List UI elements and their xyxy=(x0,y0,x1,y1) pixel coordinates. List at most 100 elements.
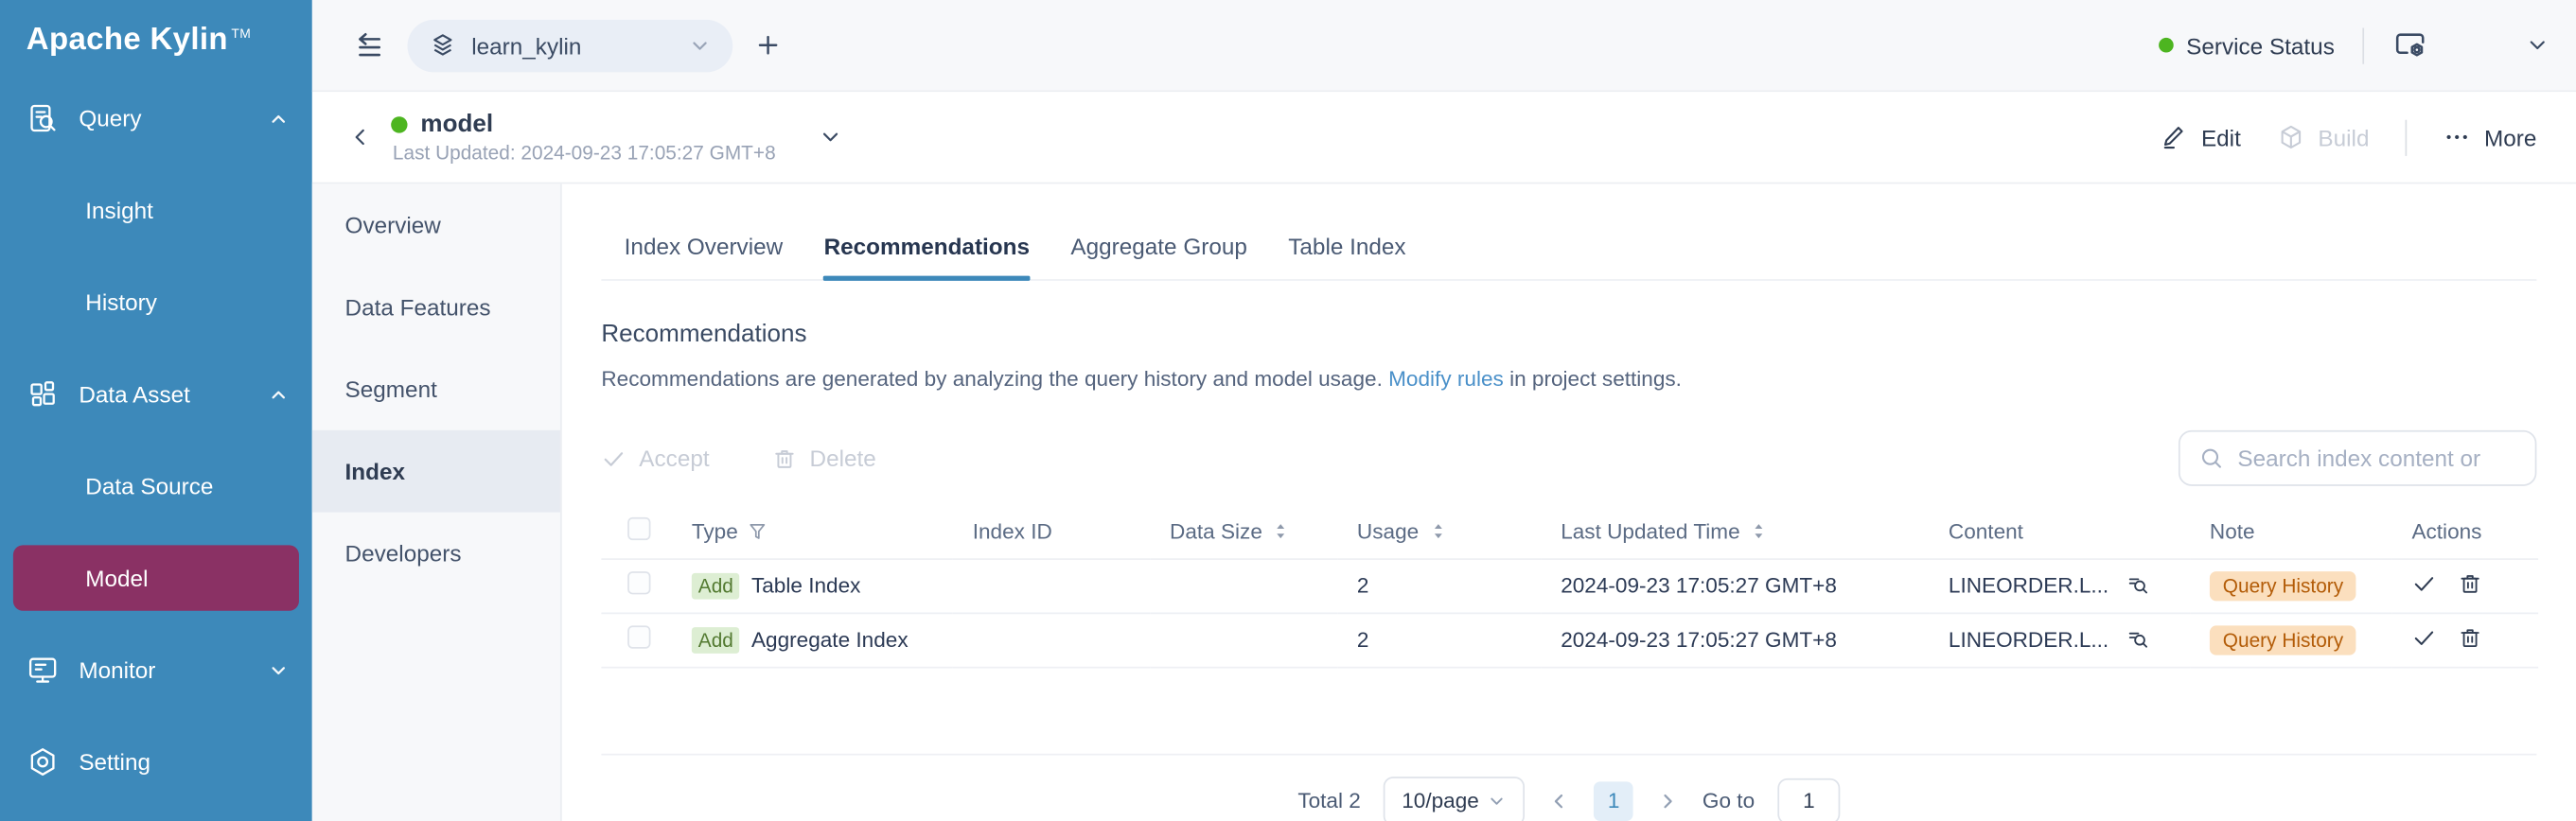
service-status[interactable]: Service Status xyxy=(2159,32,2335,59)
edit-button[interactable]: Edit xyxy=(2161,123,2241,151)
sidebar-item-label: Setting xyxy=(79,749,289,776)
check-icon xyxy=(601,445,626,470)
recommendations-description: Recommendations are generated by analyzi… xyxy=(601,366,2536,391)
more-label: More xyxy=(2484,124,2536,150)
divider xyxy=(2362,27,2364,63)
tab-index-overview[interactable]: Index Overview xyxy=(625,234,783,280)
page-number-1[interactable]: 1 xyxy=(1594,780,1633,820)
chevron-down-icon xyxy=(1488,791,1508,811)
content-cell: LINEORDER.L... xyxy=(1949,573,2108,598)
select-all-checkbox[interactable] xyxy=(627,517,650,540)
chevron-up-icon xyxy=(268,383,290,405)
sidebar-item-setting[interactable]: Setting xyxy=(0,729,312,795)
edit-pencil-icon xyxy=(2161,123,2189,151)
usage-cell: 2 xyxy=(1357,573,1369,598)
more-button[interactable]: More xyxy=(2444,123,2537,151)
goto-page-input[interactable] xyxy=(1777,777,1840,821)
sidebar-item-label: Query xyxy=(79,105,248,131)
description-text: Recommendations are generated by analyzi… xyxy=(601,366,1388,391)
app-window: Apache KylinTM Query Insight History xyxy=(0,0,2576,821)
main-sidebar: Apache KylinTM Query Insight History xyxy=(0,0,312,821)
subnav-item-data-features[interactable]: Data Features xyxy=(312,266,560,348)
delete-label: Delete xyxy=(810,445,876,471)
search-input[interactable] xyxy=(2237,445,2516,471)
column-header-content: Content xyxy=(1949,519,2023,544)
view-content-icon[interactable] xyxy=(2126,627,2150,652)
add-project-icon[interactable] xyxy=(754,31,783,60)
last-updated-cell: 2024-09-23 17:05:27 GMT+8 xyxy=(1561,627,1837,652)
trademark-mark: TM xyxy=(231,26,251,41)
subnav-item-developers[interactable]: Developers xyxy=(312,513,560,595)
usage-cell: 2 xyxy=(1357,627,1369,652)
delete-row-icon[interactable] xyxy=(2458,570,2482,595)
collapse-sidebar-icon[interactable] xyxy=(353,28,386,61)
model-status-dot xyxy=(391,115,407,131)
sidebar-item-data-asset[interactable]: Data Asset xyxy=(0,361,312,427)
next-page-icon[interactable] xyxy=(1656,789,1679,812)
page-size-select[interactable]: 10/page xyxy=(1384,776,1525,821)
accept-button[interactable]: Accept xyxy=(601,445,709,471)
app-logo-text: Apache Kylin xyxy=(26,23,228,57)
sidebar-item-data-source[interactable]: Data Source xyxy=(0,453,312,518)
modify-rules-link[interactable]: Modify rules xyxy=(1388,366,1504,391)
row-checkbox[interactable] xyxy=(627,625,650,648)
edit-label: Edit xyxy=(2201,124,2241,150)
admin-settings-icon[interactable] xyxy=(2392,27,2428,63)
sort-icon[interactable] xyxy=(1748,521,1770,543)
sidebar-item-insight[interactable]: Insight xyxy=(0,177,312,242)
row-checkbox[interactable] xyxy=(627,571,650,594)
table-toolbar: Accept Delete xyxy=(601,430,2536,486)
build-label: Build xyxy=(2318,124,2369,150)
content-panel: Index Overview Recommendations Aggregate… xyxy=(562,183,2576,821)
sidebar-item-query[interactable]: Query xyxy=(0,85,312,150)
sidebar-item-history[interactable]: History xyxy=(0,270,312,335)
model-header: model Last Updated: 2024-09-23 17:05:27 … xyxy=(312,92,2576,183)
main-column: learn_kylin Service Status xyxy=(312,0,2576,821)
model-switch-chevron-icon[interactable] xyxy=(819,125,843,149)
model-title-block: model Last Updated: 2024-09-23 17:05:27 … xyxy=(391,110,775,164)
description-text: in project settings. xyxy=(1504,366,1682,391)
sidebar-item-monitor[interactable]: Monitor xyxy=(0,638,312,703)
top-bar: learn_kylin Service Status xyxy=(312,0,2576,92)
type-cell: Aggregate Index xyxy=(751,627,909,652)
subnav-item-index[interactable]: Index xyxy=(312,430,560,513)
query-icon xyxy=(26,102,60,135)
type-cell: Table Index xyxy=(751,573,860,598)
index-tabs: Index Overview Recommendations Aggregate… xyxy=(601,234,2536,281)
tab-aggregate-group[interactable]: Aggregate Group xyxy=(1070,234,1246,280)
recommendations-table: Type Index ID Data Size Usage Last Updat… xyxy=(601,506,2538,668)
sort-icon[interactable] xyxy=(1427,521,1449,543)
sidebar-item-label: Monitor xyxy=(79,656,248,683)
sidebar-item-label: History xyxy=(85,289,289,316)
tab-table-index[interactable]: Table Index xyxy=(1288,234,1405,280)
subnav-item-segment[interactable]: Segment xyxy=(312,348,560,430)
sidebar-item-label: Model xyxy=(85,565,275,591)
view-content-icon[interactable] xyxy=(2126,573,2150,598)
sidebar-item-label: Data Asset xyxy=(79,381,248,408)
project-layers-icon xyxy=(429,31,457,60)
prev-page-icon[interactable] xyxy=(1548,789,1571,812)
service-status-label: Service Status xyxy=(2186,32,2335,59)
column-header-index-id: Index ID xyxy=(973,519,1052,544)
model-actions: Edit Build More xyxy=(2161,119,2537,155)
subnav-item-overview[interactable]: Overview xyxy=(312,183,560,266)
user-menu-chevron-icon[interactable] xyxy=(2525,33,2550,58)
project-selector[interactable]: learn_kylin xyxy=(408,19,733,72)
chevron-down-icon xyxy=(268,659,290,681)
delete-button[interactable]: Delete xyxy=(772,445,876,471)
sort-icon[interactable] xyxy=(1271,521,1293,543)
back-icon[interactable] xyxy=(348,125,373,149)
filter-funnel-icon[interactable] xyxy=(746,520,768,543)
sidebar-item-model[interactable]: Model xyxy=(13,545,299,610)
table-row: AddTable Index 2 2024-09-23 17:05:27 GMT… xyxy=(601,558,2538,612)
table-header-row: Type Index ID Data Size Usage Last Updat… xyxy=(601,506,2538,559)
accept-row-icon[interactable] xyxy=(2411,625,2436,650)
model-title-line: model xyxy=(391,110,775,138)
build-button[interactable]: Build xyxy=(2277,123,2369,151)
delete-row-icon[interactable] xyxy=(2458,625,2482,650)
accept-label: Accept xyxy=(639,445,709,471)
body-row: Overview Data Features Segment Index Dev… xyxy=(312,183,2576,821)
tab-recommendations[interactable]: Recommendations xyxy=(824,234,1030,280)
note-badge: Query History xyxy=(2210,625,2356,655)
accept-row-icon[interactable] xyxy=(2411,570,2436,595)
